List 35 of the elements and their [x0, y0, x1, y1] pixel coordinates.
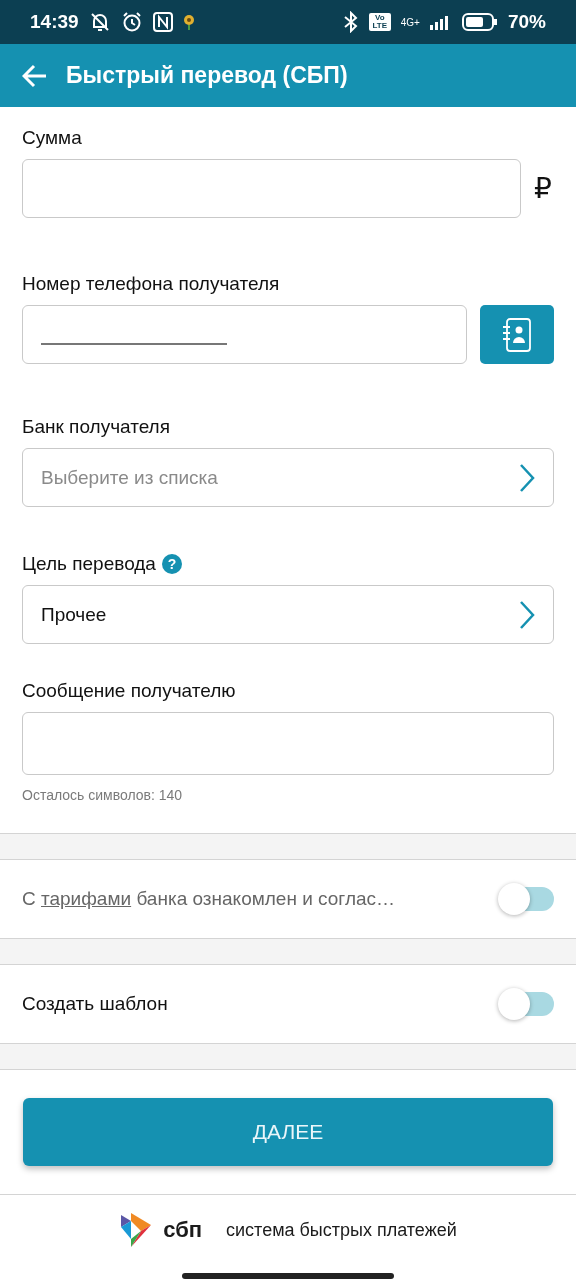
help-icon[interactable]: ? [161, 554, 182, 574]
field-label: Сообщение получателю [22, 680, 236, 702]
chevron-right-icon [519, 462, 535, 493]
flower-icon [182, 14, 195, 30]
field-label: Банк получателя [22, 416, 170, 438]
back-arrow-icon[interactable] [22, 63, 48, 88]
network-type: 4G+ [400, 16, 420, 28]
nfc-icon [152, 12, 173, 32]
next-button[interactable]: ДАЛЕЕ [23, 1098, 553, 1166]
terms-text: С тарифами банка ознакомлен и соглас… [22, 888, 396, 910]
chevron-right-icon [519, 599, 535, 630]
bank-select[interactable]: Выберите из списка [22, 448, 554, 507]
message-field[interactable] [22, 712, 554, 775]
screen-title: Быстрый перевод (СБП) [66, 62, 348, 89]
battery-icon [461, 13, 498, 31]
contacts-button[interactable] [480, 305, 554, 364]
muted-bell-icon [88, 11, 111, 33]
field-label: Сумма [22, 127, 82, 149]
phone-field[interactable] [22, 305, 467, 364]
toggle-label: Создать шаблон [22, 993, 168, 1015]
currency-sign: ₽ [534, 172, 553, 205]
amount-field[interactable] [22, 159, 521, 218]
volte-badge: Vo LTE [368, 13, 391, 31]
field-label: Номер телефона получателя [22, 273, 280, 295]
bluetooth-icon [342, 11, 359, 33]
battery-percent: 70% [507, 11, 546, 33]
character-counter: Осталось символов: 140 [22, 787, 184, 803]
sbp-logo-icon [119, 1211, 154, 1249]
purpose-select[interactable]: Прочее [22, 585, 554, 644]
tariffs-link[interactable]: тарифами [41, 888, 132, 909]
sbp-logo-text: сбп [163, 1217, 203, 1243]
clock: 14:39 [30, 11, 79, 33]
field-label: Цель перевода [22, 553, 156, 575]
contact-book-icon [502, 317, 532, 352]
sbp-tagline: система быстрых платежей [226, 1219, 457, 1241]
